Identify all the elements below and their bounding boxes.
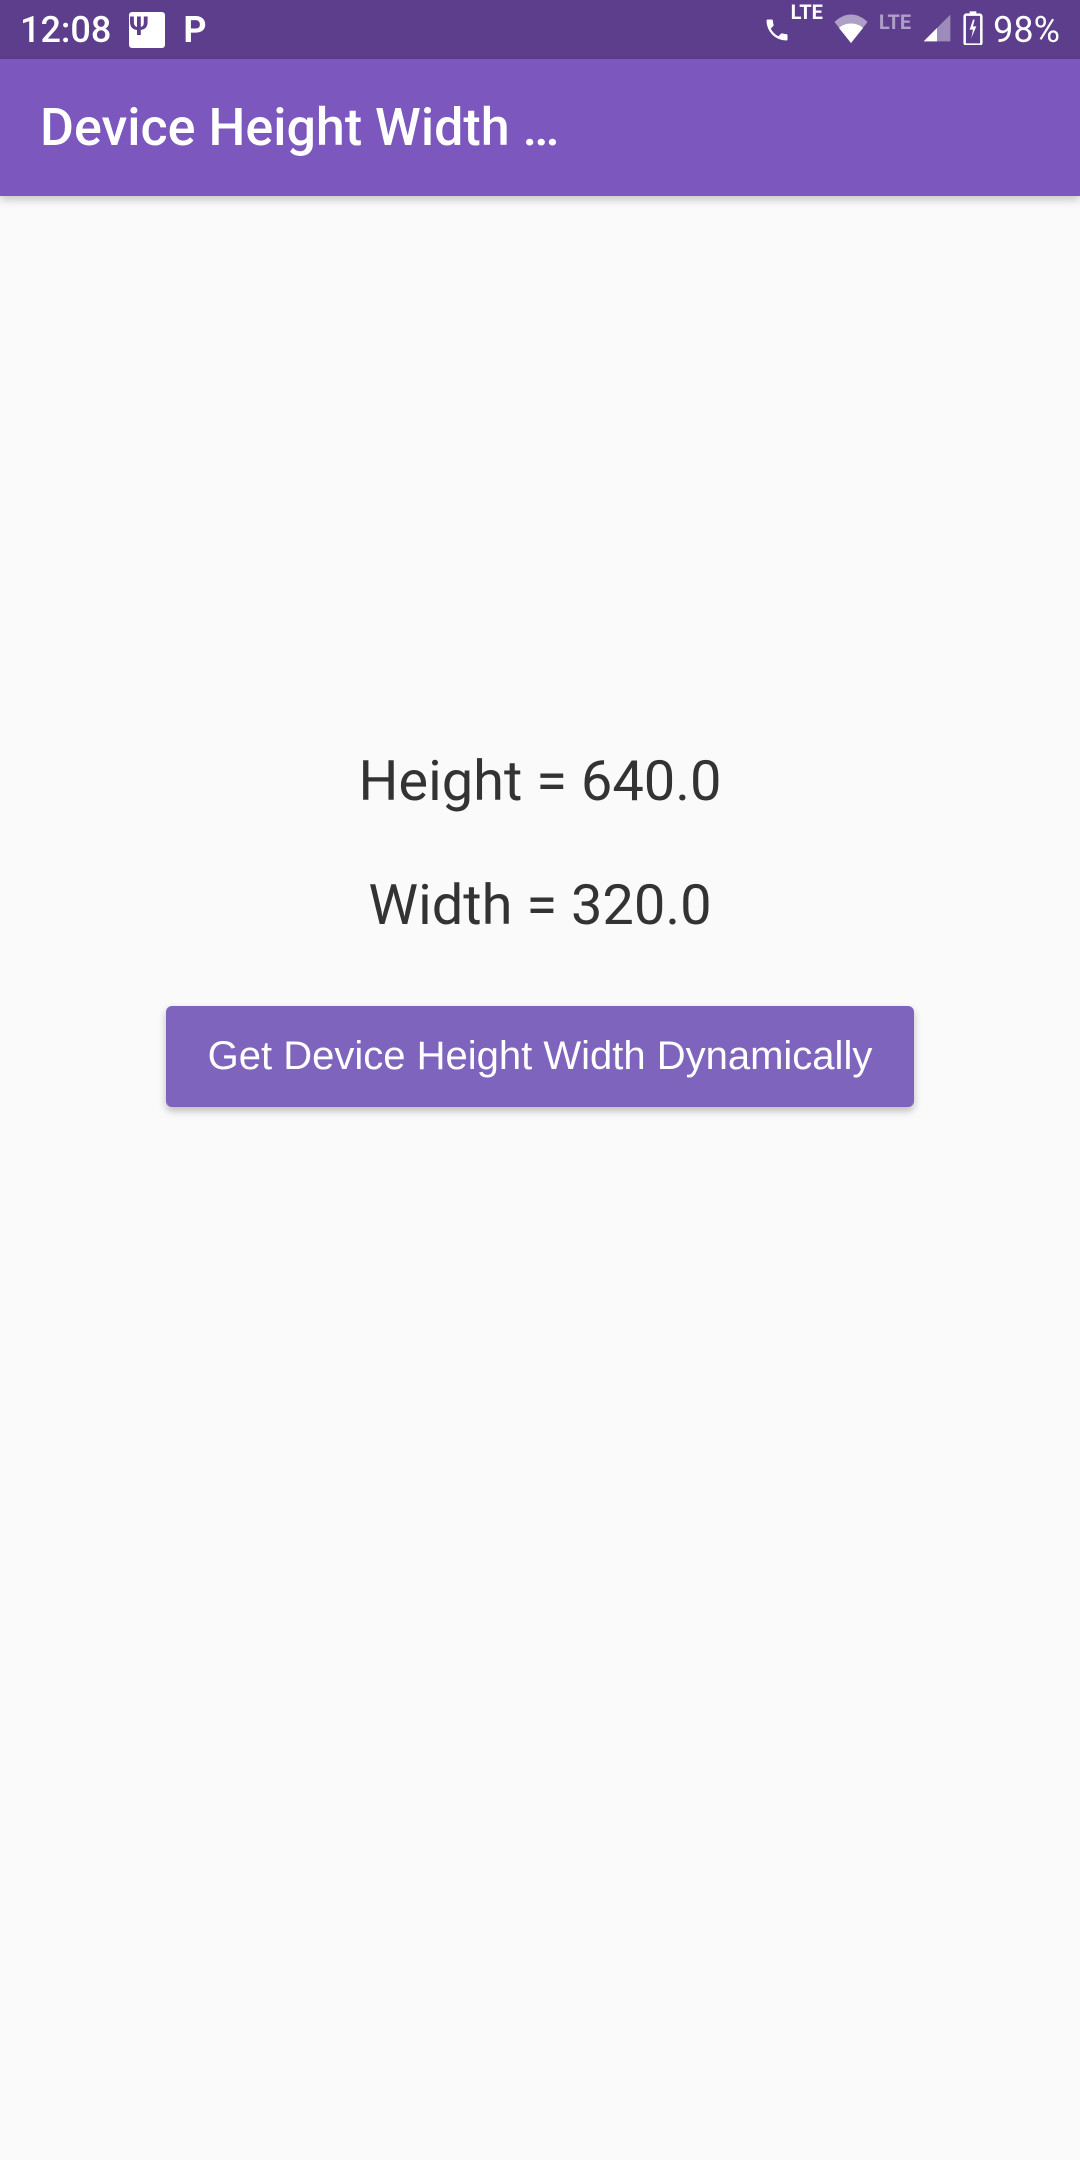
- get-dimensions-button[interactable]: Get Device Height Width Dynamically: [166, 1006, 915, 1107]
- lte-label: LTE: [791, 0, 823, 24]
- width-value-text: Width = 320.0: [368, 872, 711, 938]
- lte-label-dim: LTE: [879, 10, 911, 34]
- battery-charging-icon: [963, 11, 983, 49]
- app-bar: Device Height Width …: [0, 59, 1080, 196]
- height-value-text: Height = 640.0: [358, 748, 721, 814]
- main-content: Height = 640.0 Width = 320.0 Get Device …: [0, 196, 1080, 2160]
- phone-lte-icon: LTE: [763, 16, 823, 44]
- app-title: Device Height Width …: [40, 97, 559, 158]
- p-app-icon: P: [183, 9, 206, 51]
- signal-icon: [921, 12, 953, 48]
- status-bar: 12:08 Ψ P LTE LTE 98%: [0, 0, 1080, 59]
- wifi-icon: [833, 13, 869, 47]
- battery-percent: 98%: [993, 9, 1060, 51]
- status-bar-left: 12:08 Ψ P: [20, 9, 207, 51]
- status-bar-right: LTE LTE 98%: [763, 9, 1060, 51]
- status-time: 12:08: [20, 9, 111, 51]
- usb-icon: Ψ: [129, 12, 165, 48]
